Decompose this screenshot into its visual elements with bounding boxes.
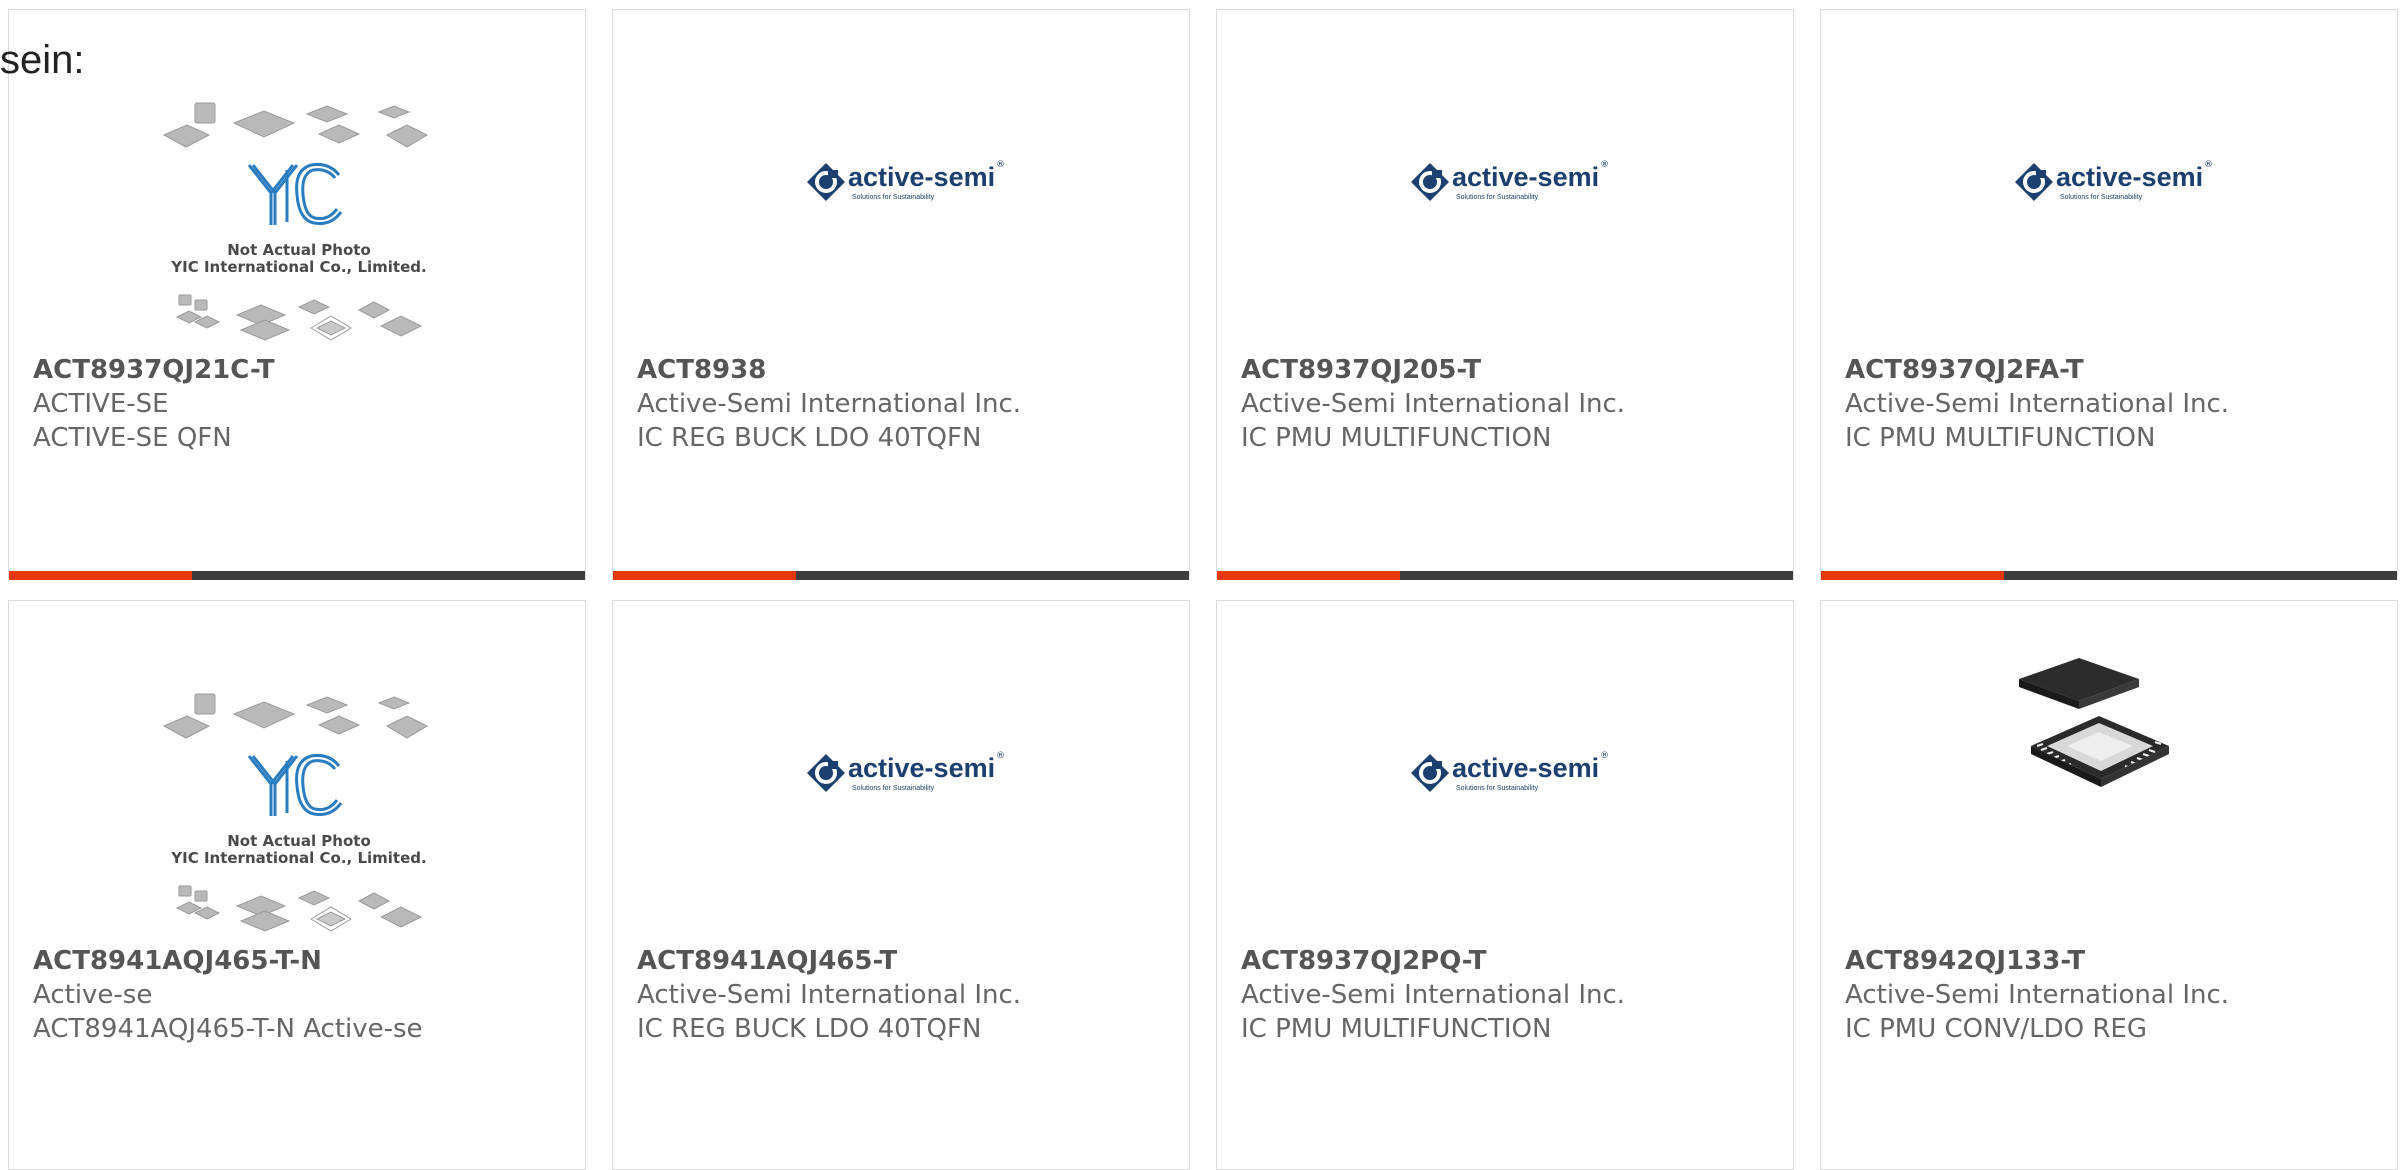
yic-placeholder-icon (162, 693, 429, 932)
product-info: ACT8937QJ2PQ-T Active-Semi International… (1241, 944, 1783, 1046)
product-image-active-semi-logo: active-semi ® Solutions for Sustainabili… (1821, 10, 2397, 360)
placeholder-line2: YIC International Co., Limited. (171, 849, 427, 867)
logo-tagline: Solutions for Sustainability (1456, 194, 1539, 201)
description: IC PMU MULTIFUNCTION (1241, 423, 1552, 453)
part-number[interactable]: ACT8942QJ133-T (1845, 944, 2387, 978)
logo-tagline: Solutions for Sustainability (1456, 785, 1539, 792)
manufacturer: Active-Semi International Inc. (637, 980, 1022, 1010)
product-image-yic-placeholder: Not Actual Photo YIC International Co., … (9, 601, 585, 951)
card-bar-accent (613, 571, 796, 580)
description: IC PMU CONV/LDO REG (1845, 1014, 2147, 1044)
logo-registered-mark: ® (996, 751, 1005, 761)
card-bar (613, 571, 1189, 580)
part-number[interactable]: ACT8937QJ2PQ-T (1241, 944, 1783, 978)
active-semi-logo: active-semi ® Solutions for Sustainabili… (1410, 160, 1610, 210)
product-image-active-semi-logo: active-semi ® Solutions for Sustainabili… (613, 601, 1189, 951)
manufacturer: Active-Semi International Inc. (637, 389, 1022, 419)
description: ACT8941AQJ465-T-N Active-se (33, 1014, 423, 1044)
manufacturer: Active-Semi International Inc. (1845, 980, 2230, 1010)
active-semi-logo: active-semi ® Solutions for Sustainabili… (806, 160, 1006, 210)
logo-registered-mark: ® (1600, 160, 1609, 170)
product-image-active-semi-logo: active-semi ® Solutions for Sustainabili… (1217, 10, 1793, 360)
product-info: ACT8937QJ205-T Active-Semi International… (1241, 353, 1783, 455)
placeholder-line1: Not Actual Photo (227, 241, 371, 259)
product-info: ACT8938 Active-Semi International Inc. I… (637, 353, 1179, 455)
part-number[interactable]: ACT8941AQJ465-T-N (33, 944, 575, 978)
product-card[interactable]: active-semi ® Solutions for Sustainabili… (612, 9, 1190, 580)
product-card[interactable]: active-semi ® Solutions for Sustainabili… (1820, 9, 2398, 580)
part-number[interactable]: ACT8937QJ21C-T (33, 353, 575, 387)
part-number[interactable]: ACT8937QJ205-T (1241, 353, 1783, 387)
card-bar (1217, 571, 1793, 580)
active-semi-diamond-icon (2015, 163, 2053, 201)
qfn-chip-icon (2019, 658, 2169, 787)
logo-tagline: Solutions for Sustainability (852, 194, 935, 201)
logo-wordmark: active-semi (2056, 162, 2204, 192)
card-bar-accent (9, 571, 192, 580)
product-image-yic-placeholder: Not Actual Photo YIC International Co., … (9, 10, 585, 360)
product-info: ACT8941AQJ465-T-N Active-se ACT8941AQJ46… (33, 944, 575, 1046)
description: ACTIVE-SE QFN (33, 423, 232, 453)
logo-tagline: Solutions for Sustainability (852, 785, 935, 792)
placeholder-line1: Not Actual Photo (227, 832, 371, 850)
active-semi-diamond-icon (807, 754, 845, 792)
logo-registered-mark: ® (1600, 751, 1609, 761)
logo-wordmark: active-semi (848, 753, 996, 783)
manufacturer: Active-Semi International Inc. (1845, 389, 2230, 419)
card-bar (1821, 571, 2397, 580)
card-bar (9, 571, 585, 580)
overlay-text: sein: (0, 38, 85, 82)
description: IC REG BUCK LDO 40TQFN (637, 423, 982, 453)
part-number[interactable]: ACT8937QJ2FA-T (1845, 353, 2387, 387)
logo-wordmark: active-semi (848, 162, 996, 192)
product-info: ACT8937QJ2FA-T Active-Semi International… (1845, 353, 2387, 455)
active-semi-diamond-icon (1411, 163, 1449, 201)
active-semi-logo: active-semi ® Solutions for Sustainabili… (1410, 751, 1610, 801)
description: IC PMU MULTIFUNCTION (1241, 1014, 1552, 1044)
product-card[interactable]: active-semi ® Solutions for Sustainabili… (1216, 9, 1794, 580)
logo-registered-mark: ® (2204, 160, 2213, 170)
card-bar-accent (1821, 571, 2004, 580)
product-info: ACT8942QJ133-T Active-Semi International… (1845, 944, 2387, 1046)
yic-placeholder-icon (162, 102, 429, 341)
logo-wordmark: active-semi (1452, 753, 1600, 783)
description: IC PMU MULTIFUNCTION (1845, 423, 2156, 453)
description: IC REG BUCK LDO 40TQFN (637, 1014, 982, 1044)
active-semi-diamond-icon (1411, 754, 1449, 792)
product-info: ACT8937QJ21C-T ACTIVE-SE ACTIVE-SE QFN (33, 353, 575, 455)
manufacturer: Active-Semi International Inc. (1241, 980, 1626, 1010)
active-semi-diamond-icon (807, 163, 845, 201)
active-semi-logo: active-semi ® Solutions for Sustainabili… (2014, 160, 2214, 210)
product-card[interactable]: active-semi ® Solutions for Sustainabili… (1216, 600, 1794, 1170)
active-semi-logo: active-semi ® Solutions for Sustainabili… (806, 751, 1006, 801)
product-card[interactable]: ACT8942QJ133-T Active-Semi International… (1820, 600, 2398, 1170)
logo-tagline: Solutions for Sustainability (2060, 194, 2143, 201)
product-grid: Not Actual Photo YIC International Co., … (8, 9, 2403, 1170)
part-number[interactable]: ACT8938 (637, 353, 1179, 387)
placeholder-line2: YIC International Co., Limited. (171, 258, 427, 276)
manufacturer: Active-se (33, 980, 153, 1010)
logo-wordmark: active-semi (1452, 162, 1600, 192)
product-image-qfn-chip (1821, 601, 2397, 951)
part-number[interactable]: ACT8941AQJ465-T (637, 944, 1179, 978)
manufacturer: ACTIVE-SE (33, 389, 169, 419)
product-card[interactable]: Not Actual Photo YIC International Co., … (8, 9, 586, 580)
product-image-active-semi-logo: active-semi ® Solutions for Sustainabili… (1217, 601, 1793, 951)
product-info: ACT8941AQJ465-T Active-Semi Internationa… (637, 944, 1179, 1046)
manufacturer: Active-Semi International Inc. (1241, 389, 1626, 419)
product-card[interactable]: active-semi ® Solutions for Sustainabili… (612, 600, 1190, 1170)
product-card[interactable]: Not Actual Photo YIC International Co., … (8, 600, 586, 1170)
product-image-active-semi-logo: active-semi ® Solutions for Sustainabili… (613, 10, 1189, 360)
card-bar-accent (1217, 571, 1400, 580)
logo-registered-mark: ® (996, 160, 1005, 170)
